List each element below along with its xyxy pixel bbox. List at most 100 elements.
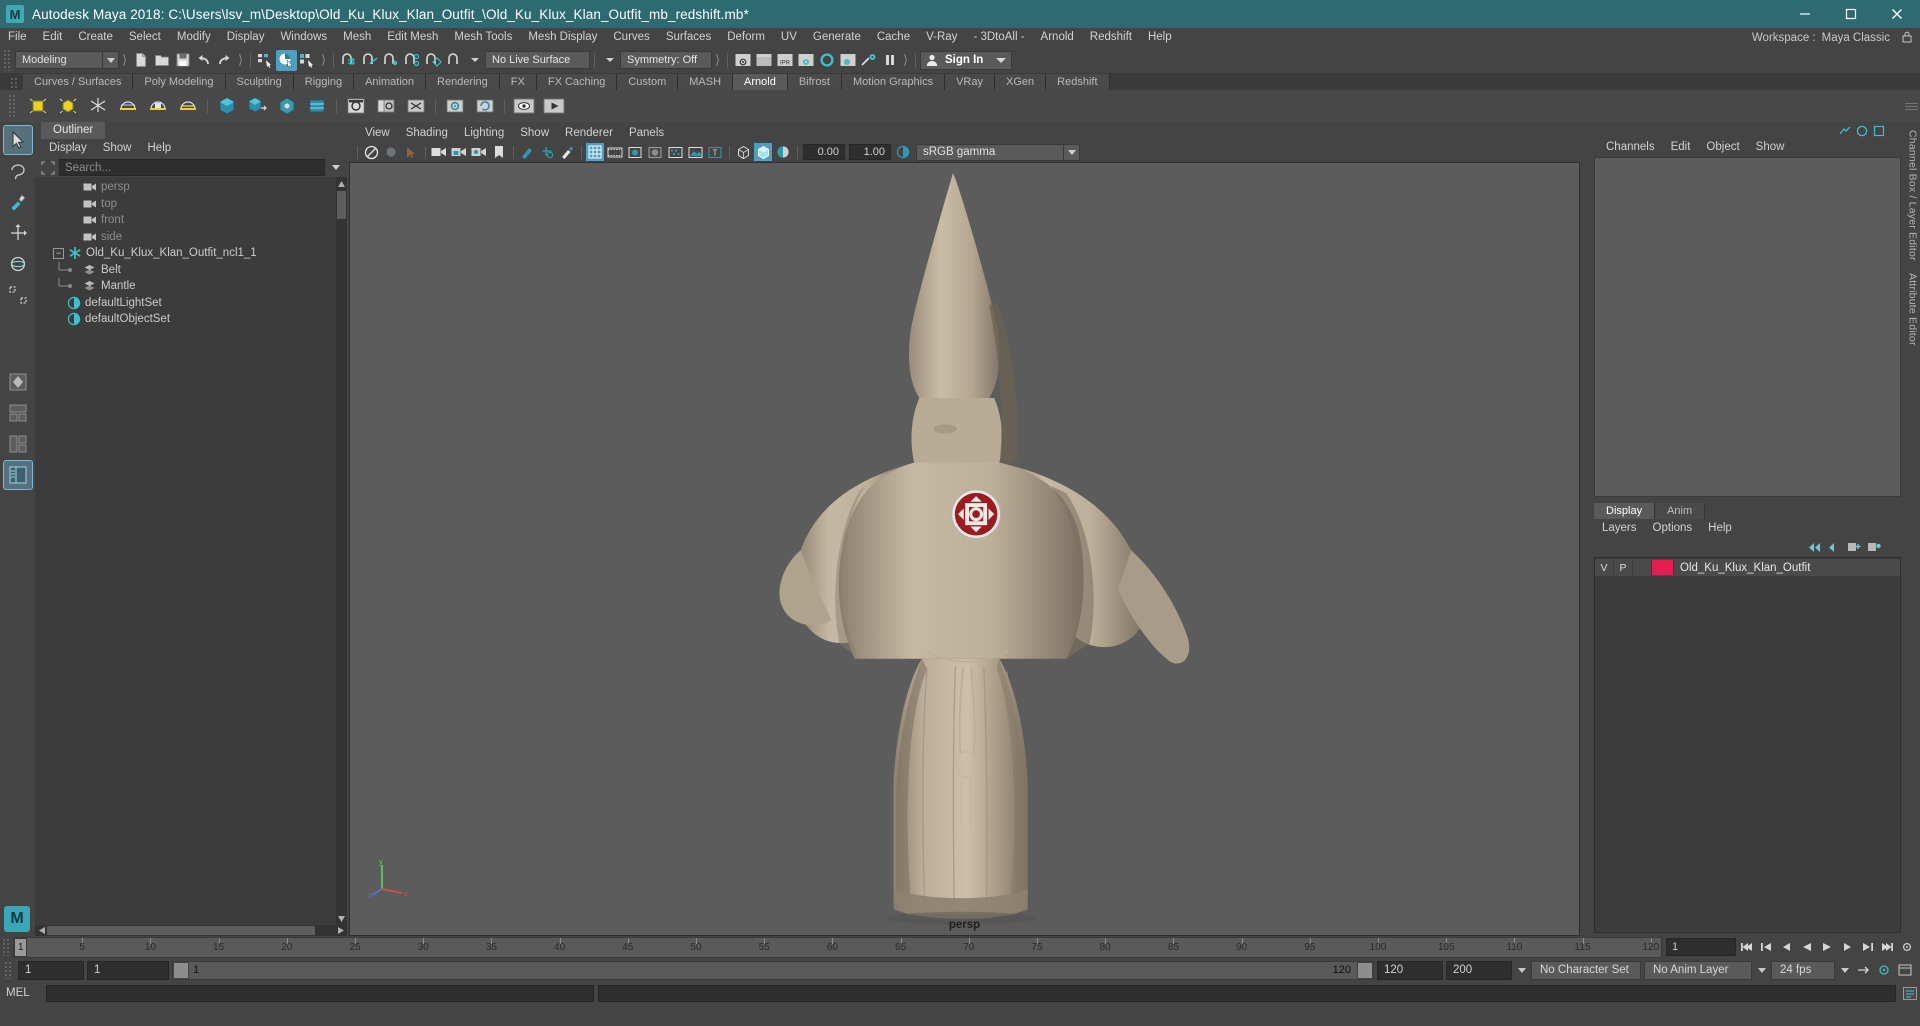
arnold-physical-sky-icon[interactable] xyxy=(175,93,201,119)
wireframe-shading-icon[interactable] xyxy=(626,143,644,161)
anim-end-field[interactable]: 200 xyxy=(1446,960,1512,980)
current-time-field[interactable]: 1 xyxy=(1666,938,1736,956)
menu-item-windows[interactable]: Windows xyxy=(272,28,335,47)
step-back-key-icon[interactable] xyxy=(1758,938,1776,956)
outliner-item-top[interactable]: top xyxy=(35,196,347,213)
render-settings-button[interactable] xyxy=(795,50,816,71)
scroll-down-icon[interactable] xyxy=(337,914,346,923)
play-backwards-icon[interactable] xyxy=(1798,938,1816,956)
outliner-scroll-thumb[interactable] xyxy=(337,191,346,219)
bookmark-blur-icon[interactable] xyxy=(382,143,400,161)
viewport-menu-show[interactable]: Show xyxy=(512,124,557,142)
scroll-left-icon[interactable] xyxy=(37,926,46,935)
arnold-volume-icon[interactable] xyxy=(274,93,300,119)
render-view-button[interactable] xyxy=(837,50,858,71)
preferences-icon[interactable] xyxy=(1896,961,1914,979)
new-scene-button[interactable] xyxy=(130,50,151,71)
character-set-select[interactable]: No Character Set xyxy=(1531,960,1641,980)
menu-item-file[interactable]: File xyxy=(0,28,35,47)
shelf-tab-fx-caching[interactable]: FX Caching xyxy=(536,74,618,90)
step-forward-frame-icon[interactable] xyxy=(1838,938,1856,956)
shaded-xray-icon[interactable] xyxy=(754,143,772,161)
outliner-hscroll-thumb[interactable] xyxy=(47,926,315,935)
menu-item-arnold[interactable]: Arnold xyxy=(1033,28,1082,47)
color-space-chevron-down-icon[interactable] xyxy=(1064,143,1080,161)
outliner-item-default-object-set[interactable]: defaultObjectSet xyxy=(35,311,347,328)
menu-item-3dtoall[interactable]: - 3DtoAll - xyxy=(965,28,1032,47)
outliner-item-old-ku-klux-klan-outfit-ncl1-1[interactable]: − Old_Ku_Klux_Klan_Outfit_ncl1_1 xyxy=(35,245,347,262)
menu-set-selector[interactable]: Modeling xyxy=(15,51,103,69)
scale-tool-icon[interactable] xyxy=(4,281,32,309)
layer-row[interactable]: V P Old_Ku_Klux_Klan_Outfit xyxy=(1595,559,1900,576)
command-language-label[interactable]: MEL xyxy=(6,987,42,999)
shelf-tab-fx[interactable]: FX xyxy=(499,74,537,90)
lock-layout-icon[interactable] xyxy=(1900,30,1916,45)
channelbox-body[interactable] xyxy=(1594,157,1901,497)
script-editor-icon[interactable] xyxy=(1900,984,1920,1002)
arnold-export-standin-icon[interactable] xyxy=(244,93,270,119)
channelbox-icon-b[interactable] xyxy=(1856,125,1868,137)
menu-item-mesh-tools[interactable]: Mesh Tools xyxy=(446,28,520,47)
new-layer-from-selection-icon[interactable] xyxy=(1867,540,1881,554)
save-scene-button[interactable] xyxy=(172,50,193,71)
menu-item-edit-mesh[interactable]: Edit Mesh xyxy=(379,28,446,47)
character-set-chevron-down-icon[interactable] xyxy=(1515,961,1528,980)
go-to-end-icon[interactable] xyxy=(1878,938,1896,956)
channelbox-menu-channels[interactable]: Channels xyxy=(1598,138,1663,157)
shelf-icon-grip[interactable] xyxy=(8,94,17,118)
menu-item-create[interactable]: Create xyxy=(70,28,121,47)
range-slider-track[interactable]: 1 120 xyxy=(172,960,1374,980)
viewport-menu-shading[interactable]: Shading xyxy=(398,124,456,142)
arnold-scene-source-icon[interactable] xyxy=(304,93,330,119)
outliner-menu-help[interactable]: Help xyxy=(140,139,180,158)
outliner-menu-show[interactable]: Show xyxy=(95,139,140,158)
symmetry-chevron-down-icon[interactable] xyxy=(599,50,620,71)
shelf-tab-redshift[interactable]: Redshift xyxy=(1046,74,1110,90)
arnold-render-sequence-icon[interactable] xyxy=(373,93,399,119)
menu-item-uv[interactable]: UV xyxy=(773,28,805,47)
channelbox-menu-show[interactable]: Show xyxy=(1748,138,1793,157)
snap-to-point-button[interactable] xyxy=(380,50,401,71)
smooth-shade-all-icon[interactable] xyxy=(646,143,664,161)
lasso-tool-icon[interactable] xyxy=(4,157,32,185)
outliner-item-mantle[interactable]: Mantle xyxy=(35,278,347,295)
make-live-button[interactable] xyxy=(443,50,464,71)
time-slider-track[interactable]: 1 5 10 15 20 25 30 35 40 45 50 55 60 65 70 75 80 85 90 95 1… xyxy=(13,936,1662,958)
layer-color-swatch[interactable] xyxy=(1652,560,1674,575)
shelf-tab-poly-modeling[interactable]: Poly Modeling xyxy=(133,74,226,90)
hypershade-button[interactable] xyxy=(816,50,837,71)
menu-item-modify[interactable]: Modify xyxy=(169,28,219,47)
shelf-tab-rendering[interactable]: Rendering xyxy=(426,74,500,90)
layer-visibility-column[interactable]: V xyxy=(1595,560,1614,575)
minimize-button[interactable] xyxy=(1782,0,1828,28)
ipr-render-button[interactable]: IPR xyxy=(774,50,795,71)
arnold-render-view-icon[interactable] xyxy=(343,93,369,119)
layer-menu-help[interactable]: Help xyxy=(1700,519,1740,537)
time-cursor[interactable]: 1 xyxy=(14,937,27,957)
channelbox-icon-c[interactable] xyxy=(1873,125,1885,137)
close-button[interactable] xyxy=(1874,0,1920,28)
paint-select-tool-icon[interactable] xyxy=(4,188,32,216)
symmetry-field[interactable]: Symmetry: Off xyxy=(620,51,712,69)
anim-layer-chevron-down-icon[interactable] xyxy=(1755,961,1768,980)
menu-item-redshift[interactable]: Redshift xyxy=(1082,28,1140,47)
redo-button[interactable] xyxy=(214,50,235,71)
scroll-up-icon[interactable] xyxy=(337,179,346,188)
channel-box-layer-editor-tab[interactable]: Channel Box / Layer Editor xyxy=(1907,130,1919,261)
move-layer-down-icon[interactable] xyxy=(1827,540,1841,554)
grid-toggle-icon[interactable] xyxy=(586,143,604,161)
layer-menu-layers[interactable]: Layers xyxy=(1594,519,1645,537)
viewport-canvas[interactable]: y x z persp xyxy=(349,162,1580,936)
viewport-menu-view[interactable]: View xyxy=(357,124,398,142)
keyframe-display-icon[interactable] xyxy=(538,143,556,161)
anim-start-field[interactable]: 120 xyxy=(1377,960,1443,980)
camera-settings-icon[interactable] xyxy=(470,143,488,161)
arnold-skydome-light-icon[interactable] xyxy=(115,93,141,119)
arnold-area-light-icon[interactable] xyxy=(25,93,51,119)
use-all-lights-icon[interactable] xyxy=(686,143,704,161)
shelf-tab-motion-graphics[interactable]: Motion Graphics xyxy=(842,74,946,90)
menu-item-help[interactable]: Help xyxy=(1140,28,1180,47)
viewport-menu-renderer[interactable]: Renderer xyxy=(557,124,621,142)
menu-item-vray[interactable]: V-Ray xyxy=(918,28,965,47)
bookmark-icon[interactable] xyxy=(490,143,508,161)
